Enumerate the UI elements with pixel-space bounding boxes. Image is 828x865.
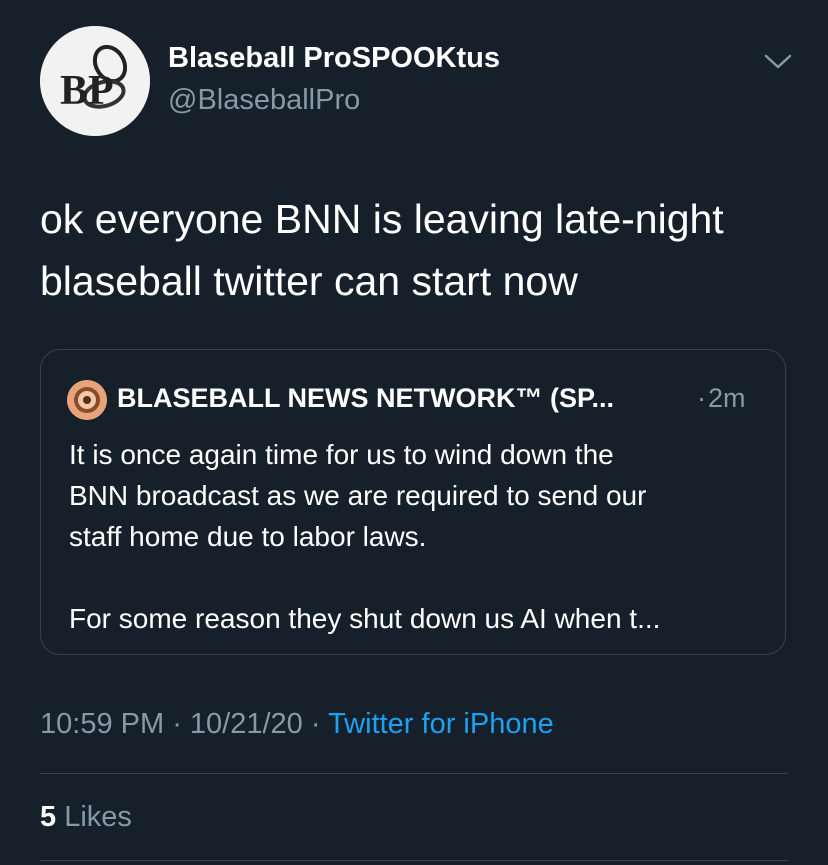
meta-separator: · — [302, 708, 329, 740]
bnn-logo-icon — [67, 380, 107, 420]
quoted-separator: · — [697, 383, 706, 413]
tweet-menu-button[interactable] — [762, 48, 794, 74]
tweet-text-line: ok everyone BNN is leaving late-night — [40, 196, 724, 242]
quoted-timestamp[interactable]: 2m — [708, 383, 746, 414]
likes-count: 5 — [40, 801, 57, 833]
chevron-down-icon — [764, 54, 792, 69]
likes-label: Likes — [64, 801, 132, 833]
divider — [40, 773, 788, 774]
quoted-text-line: It is once again time for us to wind dow… — [69, 439, 614, 470]
quoted-text-line: BNN broadcast as we are required to send… — [69, 480, 647, 511]
quoted-author-name[interactable]: BLASEBALL NEWS NETWORK™ (SP... — [117, 383, 614, 414]
tweet-metadata: 10:59 PM · 10/21/20 · Twitter for iPhone — [40, 708, 554, 741]
meta-separator: · — [164, 708, 190, 740]
quoted-tweet-text: It is once again time for us to wind dow… — [69, 434, 769, 639]
tweet-date[interactable]: 10/21/20 — [190, 708, 303, 740]
quoted-tweet-card[interactable]: BLASEBALL NEWS NETWORK™ (SP... · 2m It i… — [40, 349, 786, 655]
author-display-name[interactable]: Blaseball ProSPOOKtus — [168, 42, 500, 75]
quoted-text-line: For some reason they shut down us AI whe… — [69, 603, 661, 634]
tweet-text-line: blaseball twitter can start now — [40, 258, 578, 304]
svg-text:BP: BP — [60, 68, 114, 114]
tweet-source-link[interactable]: Twitter for iPhone — [328, 708, 554, 740]
tweet-text: ok everyone BNN is leaving late-night bl… — [40, 188, 800, 312]
author-handle[interactable]: @BlaseballPro — [168, 84, 360, 117]
quoted-text-line: staff home due to labor laws. — [69, 521, 427, 552]
quoted-text-line — [69, 557, 769, 598]
likes-stat[interactable]: 5 Likes — [40, 801, 132, 834]
divider — [40, 860, 788, 861]
author-avatar[interactable]: BP — [40, 26, 150, 136]
blaseball-pro-logo-icon: BP — [40, 26, 150, 136]
tweet-time[interactable]: 10:59 PM — [40, 708, 164, 740]
quoted-author-avatar[interactable] — [67, 380, 107, 420]
